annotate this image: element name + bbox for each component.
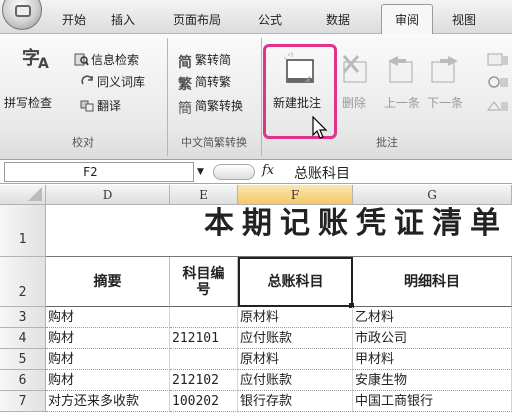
formula-buttons[interactable]	[213, 164, 255, 180]
cell-code[interactable]: 100202	[170, 391, 238, 412]
office-logo-icon	[15, 5, 31, 17]
cell-desc[interactable]: 对方还来多收款	[46, 391, 170, 412]
row-header[interactable]: 7	[0, 391, 46, 412]
row-header[interactable]: 2	[0, 257, 46, 307]
chinese-conversion-group-label: 中文简繁转换	[181, 136, 247, 149]
tab-home[interactable]: 开始	[62, 0, 86, 34]
header-detail-account[interactable]: 明细科目	[353, 257, 512, 307]
spelling-icon: 字 A	[22, 44, 52, 72]
mouse-cursor-icon	[312, 116, 328, 139]
to-traditional-button[interactable]: 繁简转繁	[178, 72, 232, 93]
thesaurus-button[interactable]: 同义词库	[80, 72, 145, 92]
row-header[interactable]: 5	[0, 349, 46, 370]
conversion-button[interactable]: 簡简繁转换	[178, 96, 244, 117]
formula-input[interactable]: 总账科目	[294, 163, 350, 183]
column-header-e[interactable]: E	[170, 185, 238, 205]
column-header-d[interactable]: D	[46, 185, 170, 205]
header-summary[interactable]: 摘要	[46, 257, 170, 307]
insert-function-button[interactable]: fx	[262, 163, 274, 178]
cell-desc[interactable]: 购材	[46, 307, 170, 328]
row-header[interactable]: 4	[0, 328, 46, 349]
to-traditional-label: 简转繁	[195, 75, 232, 89]
translate-label: 翻译	[97, 99, 122, 113]
translate-icon	[80, 100, 94, 112]
tab-formulas[interactable]: 公式	[258, 0, 282, 34]
cell-desc[interactable]: 购材	[46, 349, 170, 370]
spelling-button[interactable]: 拼写检查	[4, 94, 52, 111]
cell-ledger[interactable]: 原材料	[238, 349, 353, 370]
cell-detail[interactable]: 乙材料	[353, 307, 512, 328]
show-hide-comment-icon[interactable]	[486, 52, 508, 68]
row-header[interactable]: 6	[0, 370, 46, 391]
cell-code[interactable]: 212101	[170, 328, 238, 349]
sheet-title[interactable]: 本期记账凭证清单	[46, 205, 512, 257]
delete-comment-icon	[342, 55, 367, 83]
thesaurus-icon	[81, 75, 93, 85]
research-button[interactable]: 信息检索	[74, 50, 139, 70]
worksheet-grid: D E F G 1 本期记账凭证清单 2 摘要 科目编号 总账科目 明细科目 3…	[0, 185, 512, 412]
ribbon-tab-bar: 开始 插入 页面布局 公式 数据 审阅 视图	[0, 0, 512, 35]
cell-code[interactable]: 212102	[170, 370, 238, 391]
row-header[interactable]: 1	[0, 205, 46, 257]
cell-code[interactable]	[170, 307, 238, 328]
cell-ledger[interactable]: 原材料	[238, 307, 353, 328]
cell-detail[interactable]: 安康生物	[353, 370, 512, 391]
research-label: 信息检索	[91, 53, 140, 67]
thesaurus-label: 同义词库	[97, 75, 146, 89]
next-comment-icon	[431, 56, 458, 83]
previous-comment-icon	[388, 56, 413, 83]
cell-detail[interactable]: 中国工商银行	[353, 391, 512, 412]
show-ink-icon[interactable]	[486, 98, 508, 114]
translate-button[interactable]: 翻译	[80, 96, 121, 116]
name-box[interactable]: F2	[4, 162, 194, 182]
cell-desc[interactable]: 购材	[46, 328, 170, 349]
cell-ledger[interactable]: 应付账款	[238, 370, 353, 391]
show-all-comments-icon[interactable]	[486, 74, 508, 90]
cell-ledger[interactable]: 应付账款	[238, 328, 353, 349]
cell-ledger[interactable]: 银行存款	[238, 391, 353, 412]
tab-insert[interactable]: 插入	[111, 0, 135, 34]
previous-comment-label: 上一条	[384, 96, 421, 110]
to-simplified-label: 繁转简	[195, 53, 232, 67]
svg-text:A: A	[38, 56, 49, 72]
research-icon	[74, 53, 89, 66]
office-button[interactable]	[2, 0, 42, 30]
tab-data[interactable]: 数据	[326, 0, 350, 34]
simplified-char-icon: 繁	[178, 77, 192, 93]
traditional-char-icon: 简	[178, 55, 192, 71]
header-account-code[interactable]: 科目编号	[170, 257, 238, 307]
ribbon-review: 字 A 拼写检查 信息检索 同义词库 翻译 校对 简繁转简 繁简转繁 簡简繁转换…	[0, 34, 512, 160]
cell-detail[interactable]: 甲材料	[353, 349, 512, 370]
proofing-group-label: 校对	[72, 136, 94, 149]
conversion-label: 简繁转换	[195, 99, 244, 113]
name-box-dropdown-icon[interactable]: ▼	[197, 167, 204, 177]
next-comment-label: 下一条	[427, 96, 464, 110]
column-header-f[interactable]: F	[238, 185, 353, 205]
cell-detail[interactable]: 市政公司	[353, 328, 512, 349]
conversion-icon: 簡	[178, 101, 192, 117]
tab-review[interactable]: 审阅	[381, 4, 433, 35]
tab-view[interactable]: 视图	[452, 0, 476, 34]
cell-code[interactable]	[170, 349, 238, 370]
cell-desc[interactable]: 购材	[46, 370, 170, 391]
formula-bar: F2 ▼ fx 总账科目	[0, 160, 512, 184]
delete-comment-label: 删除	[342, 96, 367, 110]
column-header-g[interactable]: G	[353, 185, 512, 205]
select-all-triangle-icon	[28, 187, 42, 201]
tab-page-layout[interactable]: 页面布局	[173, 0, 221, 34]
to-simplified-button[interactable]: 简繁转简	[178, 50, 232, 71]
select-all-corner[interactable]	[0, 185, 46, 205]
row-header[interactable]: 3	[0, 307, 46, 328]
header-general-ledger[interactable]: 总账科目	[238, 257, 353, 307]
